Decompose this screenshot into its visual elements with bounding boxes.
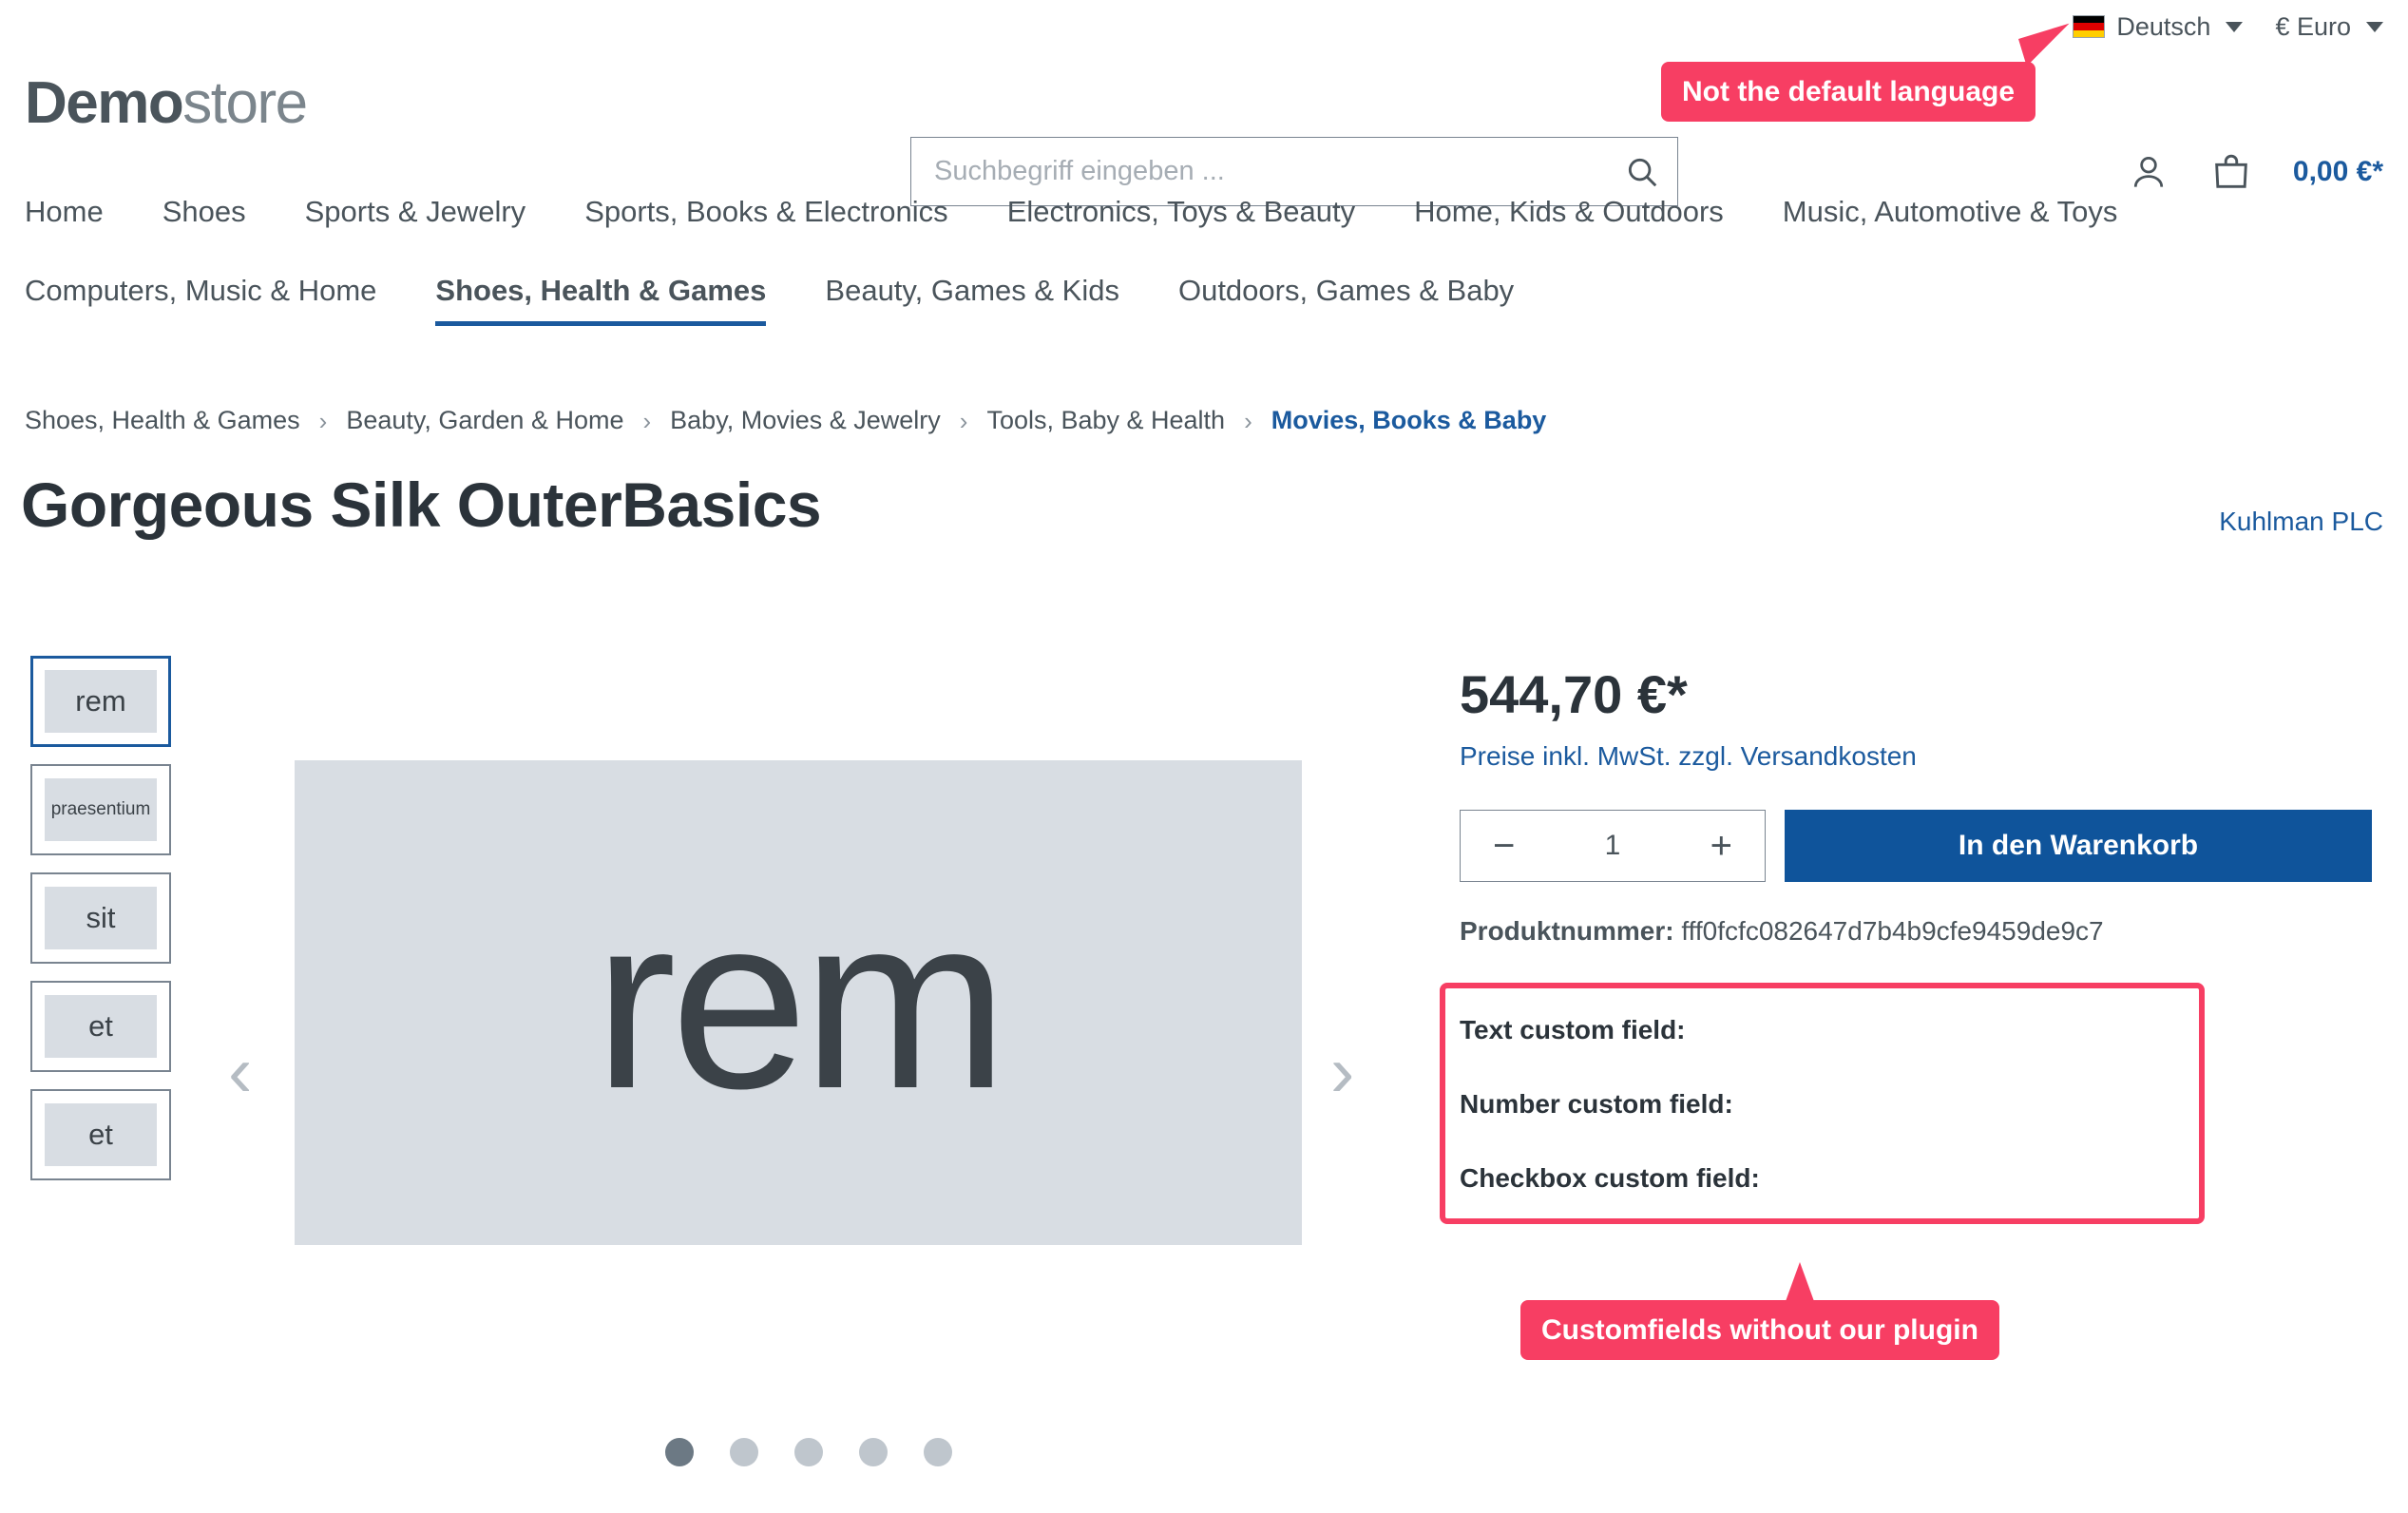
nav-item-shoes-health-games[interactable]: Shoes, Health & Games	[435, 265, 767, 326]
site-logo[interactable]: Demostore	[25, 74, 308, 133]
logo-bold-part: Demo	[25, 70, 184, 136]
breadcrumb-item-1[interactable]: Shoes, Health & Games	[25, 406, 300, 435]
breadcrumb-item-current[interactable]: Movies, Books & Baby	[1271, 406, 1547, 435]
nav-row-primary: Home Shoes Sports & Jewelry Sports, Book…	[25, 186, 2383, 239]
thumbnail-label: et	[45, 1103, 157, 1166]
quantity-decrease-button[interactable]: −	[1487, 827, 1520, 865]
gallery-prev-arrow-icon[interactable]: ‹	[228, 1036, 252, 1108]
nav-item-beauty-games-kids[interactable]: Beauty, Games & Kids	[825, 265, 1119, 317]
gallery-dot-5[interactable]	[924, 1438, 952, 1466]
thumbnail-5[interactable]: et	[30, 1089, 171, 1180]
annotation-language-text: Not the default language	[1682, 76, 2016, 107]
nav-item-home[interactable]: Home	[25, 186, 104, 239]
annotation-language-callout: Not the default language	[1661, 23, 2078, 122]
callout-pointer-icon	[1785, 1262, 1815, 1304]
thumbnail-label: rem	[45, 670, 157, 733]
breadcrumb-separator-icon: ›	[959, 406, 968, 435]
tax-shipping-note[interactable]: Preise inkl. MwSt. zzgl. Versandkosten	[1460, 741, 2372, 772]
product-number-value: fff0fcfc082647d7b4b9cfe9459de9c7	[1681, 915, 2104, 946]
gallery-dot-3[interactable]	[794, 1438, 823, 1466]
thumbnail-list: rem praesentium sit et et	[30, 656, 171, 1180]
custom-field-number: Number custom field:	[1460, 1089, 2182, 1120]
page-title: Gorgeous Silk OuterBasics	[21, 469, 822, 540]
language-switcher[interactable]: Deutsch	[2073, 11, 2244, 42]
thumbnail-label: et	[45, 995, 157, 1058]
breadcrumb-item-4[interactable]: Tools, Baby & Health	[986, 406, 1225, 435]
gallery-dots	[665, 1438, 952, 1466]
product-number: Produktnummer: fff0fcfc082647d7b4b9cfe94…	[1460, 916, 2372, 947]
chevron-down-icon	[2366, 21, 2383, 32]
product-number-label: Produktnummer:	[1460, 915, 1674, 946]
german-flag-icon	[2073, 15, 2106, 38]
quantity-value[interactable]: 1	[1520, 830, 1704, 862]
nav-item-computers-music-home[interactable]: Computers, Music & Home	[25, 265, 376, 317]
nav-item-shoes[interactable]: Shoes	[162, 186, 246, 239]
main-navigation: Home Shoes Sports & Jewelry Sports, Book…	[0, 186, 2408, 326]
custom-field-text-label: Text custom field:	[1460, 1015, 1686, 1044]
custom-field-checkbox: Checkbox custom field:	[1460, 1163, 2182, 1194]
nav-row-secondary: Computers, Music & Home Shoes, Health & …	[25, 265, 2383, 326]
thumbnail-2[interactable]: praesentium	[30, 764, 171, 855]
nav-item-sports-jewelry[interactable]: Sports & Jewelry	[305, 186, 526, 239]
custom-field-text: Text custom field:	[1460, 1015, 2182, 1045]
add-to-cart-button[interactable]: In den Warenkorb	[1785, 809, 2372, 882]
manufacturer-link[interactable]: Kuhlman PLC	[2219, 507, 2383, 537]
breadcrumb-item-2[interactable]: Beauty, Garden & Home	[346, 406, 623, 435]
quantity-stepper[interactable]: − 1 +	[1460, 809, 1766, 882]
product-detail-page: Deutsch € Euro Demostore Suchbegriff ein…	[0, 0, 2408, 1513]
custom-fields-list: Text custom field: Number custom field: …	[1460, 1015, 2182, 1194]
logo-light-part: store	[182, 70, 308, 136]
gallery-next-arrow-icon[interactable]: ›	[1330, 1036, 1354, 1108]
gallery-dot-2[interactable]	[730, 1438, 758, 1466]
main-image-placeholder-text: rem	[594, 865, 1008, 1140]
quantity-increase-button[interactable]: +	[1705, 827, 1738, 865]
gallery-dot-1[interactable]	[665, 1438, 694, 1466]
thumbnail-1[interactable]: rem	[30, 656, 171, 747]
buy-row: − 1 + In den Warenkorb	[1460, 809, 2372, 882]
nav-item-outdoors-games-baby[interactable]: Outdoors, Games & Baby	[1178, 265, 1514, 317]
breadcrumb-separator-icon: ›	[1244, 406, 1252, 435]
site-header: Demostore Suchbegriff eingeben ... 0,00 …	[0, 53, 2408, 206]
cart-amount[interactable]: 0,00 €*	[2293, 156, 2383, 188]
main-product-image[interactable]: rem	[295, 760, 1302, 1245]
thumbnail-3[interactable]: sit	[30, 872, 171, 964]
currency-switcher[interactable]: € Euro	[2275, 12, 2383, 42]
annotation-customfields-callout: Customfields without our plugin	[1520, 1262, 1999, 1360]
product-price: 544,70 €*	[1460, 664, 1688, 724]
search-input[interactable]	[911, 156, 1607, 187]
language-label: Deutsch	[2116, 11, 2211, 41]
thumbnail-label: sit	[45, 887, 157, 949]
nav-item-electronics-toys-beauty[interactable]: Electronics, Toys & Beauty	[1007, 186, 1355, 239]
chevron-down-icon	[2226, 21, 2244, 32]
annotation-customfields-text: Customfields without our plugin	[1541, 1314, 1978, 1346]
nav-item-music-automotive-toys[interactable]: Music, Automotive & Toys	[1783, 186, 2118, 239]
breadcrumb-item-3[interactable]: Baby, Movies & Jewelry	[670, 406, 941, 435]
currency-label: € Euro	[2275, 11, 2351, 41]
custom-field-number-label: Number custom field:	[1460, 1089, 1733, 1119]
buy-box: 544,70 €* Preise inkl. MwSt. zzgl. Versa…	[1460, 665, 2372, 947]
nav-item-sports-books-electronics[interactable]: Sports, Books & Electronics	[584, 186, 948, 239]
breadcrumb-separator-icon: ›	[642, 406, 652, 435]
breadcrumb-separator-icon: ›	[318, 406, 328, 435]
search-icon	[1628, 158, 1657, 186]
gallery-dot-4[interactable]	[859, 1438, 888, 1466]
thumbnail-label: praesentium	[45, 778, 157, 841]
breadcrumb: Shoes, Health & Games › Beauty, Garden &…	[25, 406, 1546, 435]
nav-item-home-kids-outdoors[interactable]: Home, Kids & Outdoors	[1414, 186, 1724, 239]
thumbnail-4[interactable]: et	[30, 981, 171, 1072]
custom-field-checkbox-label: Checkbox custom field:	[1460, 1163, 1760, 1193]
